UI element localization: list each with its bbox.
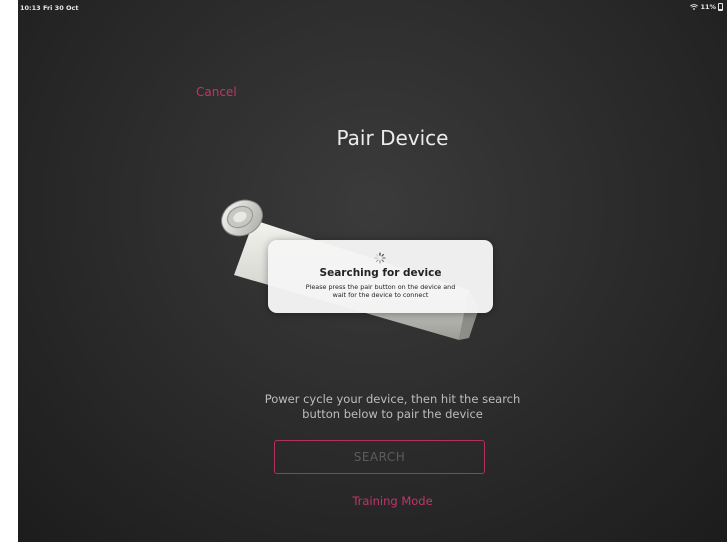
battery-percent: 11% <box>700 3 716 11</box>
searching-alert: Searching for device Please press the pa… <box>268 240 493 313</box>
alert-message: Please press the pair button on the devi… <box>278 283 483 299</box>
status-indicators: 11% <box>690 3 723 11</box>
status-bar: 10:13 Fri 30 Oct 11% <box>18 0 727 16</box>
battery-icon <box>718 3 723 11</box>
search-button[interactable]: SEARCH <box>274 440 485 474</box>
pairing-instructions: Power cycle your device, then hit the se… <box>18 392 727 422</box>
alert-title: Searching for device <box>319 267 442 279</box>
page-title: Pair Device <box>336 126 449 150</box>
alert-message-line-1: Please press the pair button on the devi… <box>305 283 456 291</box>
status-time: 10:13 Fri 30 Oct <box>20 4 79 12</box>
loading-spinner-icon <box>374 249 386 264</box>
instructions-line-1: Power cycle your device, then hit the se… <box>264 392 521 406</box>
alert-message-line-2: wait for the device to connect <box>332 291 429 299</box>
wifi-icon <box>690 4 699 10</box>
training-mode-link[interactable]: Training Mode <box>18 494 727 508</box>
app-screen: 10:13 Fri 30 Oct 11% Cancel Pair Device <box>18 0 727 542</box>
cancel-button[interactable]: Cancel <box>196 85 237 99</box>
instructions-line-2: button below to pair the device <box>302 407 483 421</box>
